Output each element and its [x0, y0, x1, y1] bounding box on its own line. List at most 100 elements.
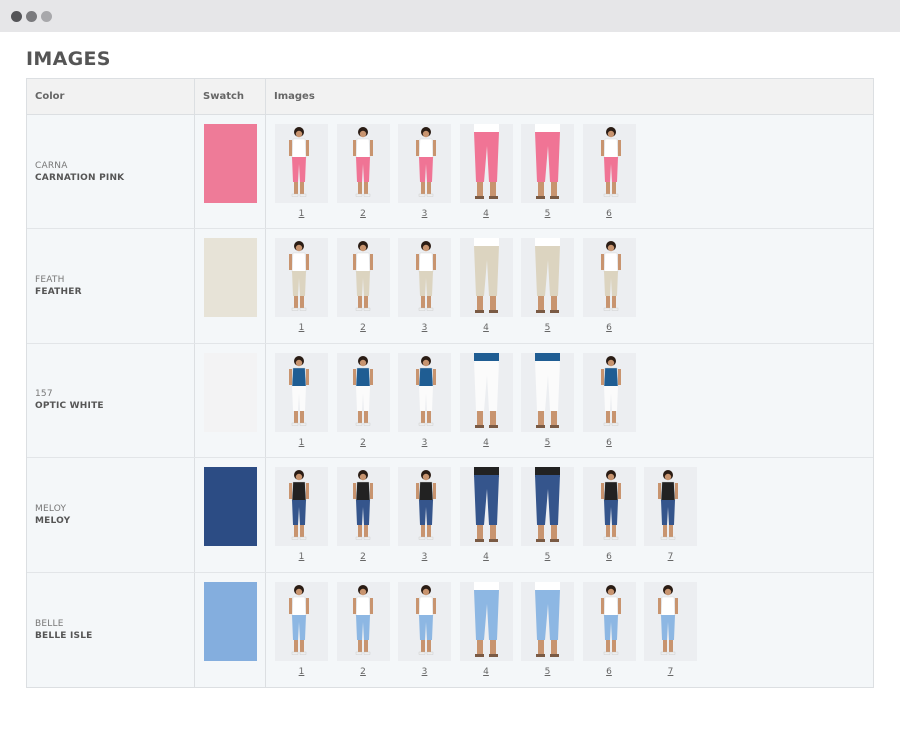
image-number-link[interactable]: 2	[337, 667, 390, 677]
product-image-thumbnail[interactable]	[459, 124, 513, 203]
product-image-thumbnail[interactable]	[275, 581, 328, 661]
image-number-link[interactable]: 6	[583, 438, 636, 448]
product-image-thumbnail[interactable]	[521, 581, 574, 661]
product-image-item: 1	[275, 124, 328, 219]
product-image-thumbnail[interactable]	[459, 581, 513, 661]
image-number-link[interactable]: 6	[583, 667, 636, 677]
product-image-thumbnail[interactable]	[398, 352, 451, 432]
image-number-link[interactable]: 4	[460, 438, 513, 448]
product-image-thumbnail[interactable]	[398, 124, 451, 203]
product-image-thumbnail[interactable]	[336, 467, 390, 547]
product-image-item: 6	[582, 238, 636, 333]
product-image-item: 3	[398, 352, 451, 448]
image-number-link[interactable]: 5	[521, 209, 574, 219]
product-image-item: 7	[644, 581, 697, 677]
product-image-thumbnail[interactable]	[336, 124, 390, 203]
image-number-link[interactable]: 2	[337, 323, 390, 333]
image-number-link[interactable]: 1	[275, 552, 328, 562]
images-cell: 1 2 3 4	[266, 573, 873, 687]
swatch-cell	[195, 343, 266, 458]
image-number-link[interactable]: 4	[460, 552, 513, 562]
window-maximize-button[interactable]	[41, 11, 52, 22]
product-image-thumbnail[interactable]	[275, 124, 328, 203]
image-number-link[interactable]: 4	[460, 667, 513, 677]
header-swatch: Swatch	[195, 79, 266, 114]
product-image-item: 6	[582, 581, 636, 677]
product-image-thumbnail[interactable]	[459, 352, 513, 432]
image-number-link[interactable]: 1	[275, 438, 328, 448]
table-header: Color Swatch Images	[27, 79, 873, 115]
image-number-link[interactable]: 5	[521, 552, 574, 562]
image-number-link[interactable]: 5	[521, 438, 574, 448]
image-number-link[interactable]: 2	[337, 552, 390, 562]
product-image-thumbnail[interactable]	[582, 581, 636, 661]
table-body: CARNA CARNATION PINK 1 2 3 4 5 6 FEATH F…	[27, 115, 873, 687]
product-image-item: 5	[521, 352, 574, 448]
image-number-link[interactable]: 6	[583, 323, 636, 333]
product-image-thumbnail[interactable]	[398, 238, 451, 318]
header-color: Color	[27, 79, 195, 114]
color-code: BELLE	[35, 618, 64, 629]
image-number-link[interactable]: 7	[644, 552, 697, 562]
image-number-link[interactable]: 1	[275, 209, 328, 219]
table-row: MELOY MELOY 1 2 3 4 5 6 7	[27, 458, 873, 573]
product-image-thumbnail[interactable]	[336, 238, 390, 318]
image-number-link[interactable]: 1	[275, 323, 328, 333]
product-image-thumbnail[interactable]	[582, 238, 636, 318]
color-cell: CARNA CARNATION PINK	[27, 115, 195, 229]
window-minimize-button[interactable]	[26, 11, 37, 22]
product-image-thumbnail[interactable]	[275, 238, 328, 318]
images-table: Color Swatch Images CARNA CARNATION PINK …	[26, 78, 874, 688]
product-image-thumbnail[interactable]	[521, 352, 574, 432]
product-image-thumbnail[interactable]	[521, 124, 574, 203]
image-number-link[interactable]: 3	[398, 209, 451, 219]
image-number-link[interactable]: 4	[460, 323, 513, 333]
image-number-link[interactable]: 6	[583, 552, 636, 562]
color-swatch	[204, 467, 257, 547]
product-image-thumbnail[interactable]	[398, 467, 451, 547]
window-close-button[interactable]	[11, 11, 22, 22]
product-image-thumbnail[interactable]	[459, 467, 513, 547]
swatch-cell	[195, 115, 266, 229]
product-image-item: 5	[521, 238, 574, 333]
color-cell: 157 OPTIC WHITE	[27, 343, 195, 458]
image-number-link[interactable]: 3	[398, 667, 451, 677]
product-image-thumbnail[interactable]	[336, 352, 390, 432]
product-image-thumbnail[interactable]	[582, 467, 636, 547]
product-image-thumbnail[interactable]	[521, 238, 574, 318]
product-image-thumbnail[interactable]	[644, 581, 697, 661]
color-cell: MELOY MELOY	[27, 458, 195, 572]
image-number-link[interactable]: 3	[398, 552, 451, 562]
image-number-link[interactable]: 3	[398, 323, 451, 333]
image-number-link[interactable]: 7	[644, 667, 697, 677]
image-number-link[interactable]: 2	[337, 209, 390, 219]
image-number-link[interactable]: 5	[521, 323, 574, 333]
image-number-link[interactable]: 2	[337, 438, 390, 448]
swatch-cell	[195, 572, 266, 687]
product-image-thumbnail[interactable]	[275, 352, 328, 432]
product-image-thumbnail[interactable]	[336, 581, 390, 661]
product-image-item: 6	[582, 124, 636, 219]
table-row: 157 OPTIC WHITE 1 2 3 4 5 6	[27, 343, 873, 459]
product-image-thumbnail[interactable]	[644, 467, 697, 547]
product-image-thumbnail[interactable]	[459, 238, 513, 318]
color-name: OPTIC WHITE	[35, 401, 104, 412]
product-image-item: 4	[459, 238, 513, 333]
image-number-link[interactable]: 3	[398, 438, 451, 448]
product-image-thumbnail[interactable]	[398, 581, 451, 661]
product-image-thumbnail[interactable]	[521, 467, 574, 547]
product-image-item: 3	[398, 581, 451, 677]
color-name: MELOY	[35, 515, 71, 526]
product-image-item: 6	[582, 352, 636, 448]
product-image-thumbnail[interactable]	[582, 352, 636, 432]
product-image-item: 2	[336, 352, 390, 448]
window-titlebar	[0, 0, 900, 32]
image-number-link[interactable]: 1	[275, 667, 328, 677]
product-image-thumbnail[interactable]	[582, 124, 636, 203]
image-number-link[interactable]: 5	[521, 667, 574, 677]
image-number-link[interactable]: 4	[460, 209, 513, 219]
image-number-link[interactable]: 6	[583, 209, 636, 219]
product-image-thumbnail[interactable]	[275, 467, 328, 547]
color-code: CARNA	[35, 160, 68, 171]
product-image-item: 3	[398, 238, 451, 333]
